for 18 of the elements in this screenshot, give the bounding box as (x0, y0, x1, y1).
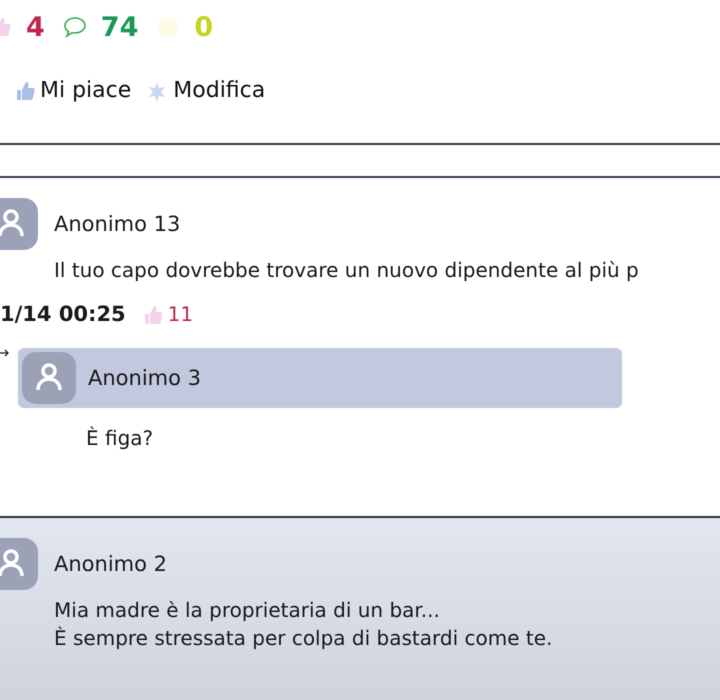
edit-button[interactable]: Modifica (145, 78, 266, 103)
like-count[interactable]: 11 (142, 302, 194, 326)
speech-bubble-icon (62, 15, 87, 39)
count-text: 0 (194, 12, 214, 42)
timestamp: 1/14 00:25 (0, 302, 126, 326)
count-text: 74 (100, 12, 138, 42)
avatar-icon (0, 198, 38, 250)
author-name: Anonimo 3 (88, 366, 202, 390)
author-name: Anonimo 13 (54, 212, 180, 236)
reply-text: È figa? (86, 426, 154, 450)
avatar-icon (0, 538, 38, 590)
author-name: Anonimo 2 (54, 552, 168, 576)
count-text: 4 (26, 12, 45, 42)
like-button[interactable]: Mi piace (14, 78, 132, 103)
comment-text: Il tuo capo dovrebbe trovare un nuovo dipendente al più p (54, 257, 640, 284)
avatar-icon (22, 352, 76, 404)
comment-text: Mia madre è la proprietaria di un bar... È sempre stressata per colpa di bastardi come te. (54, 597, 554, 652)
reply-arrow-icon (0, 348, 10, 358)
